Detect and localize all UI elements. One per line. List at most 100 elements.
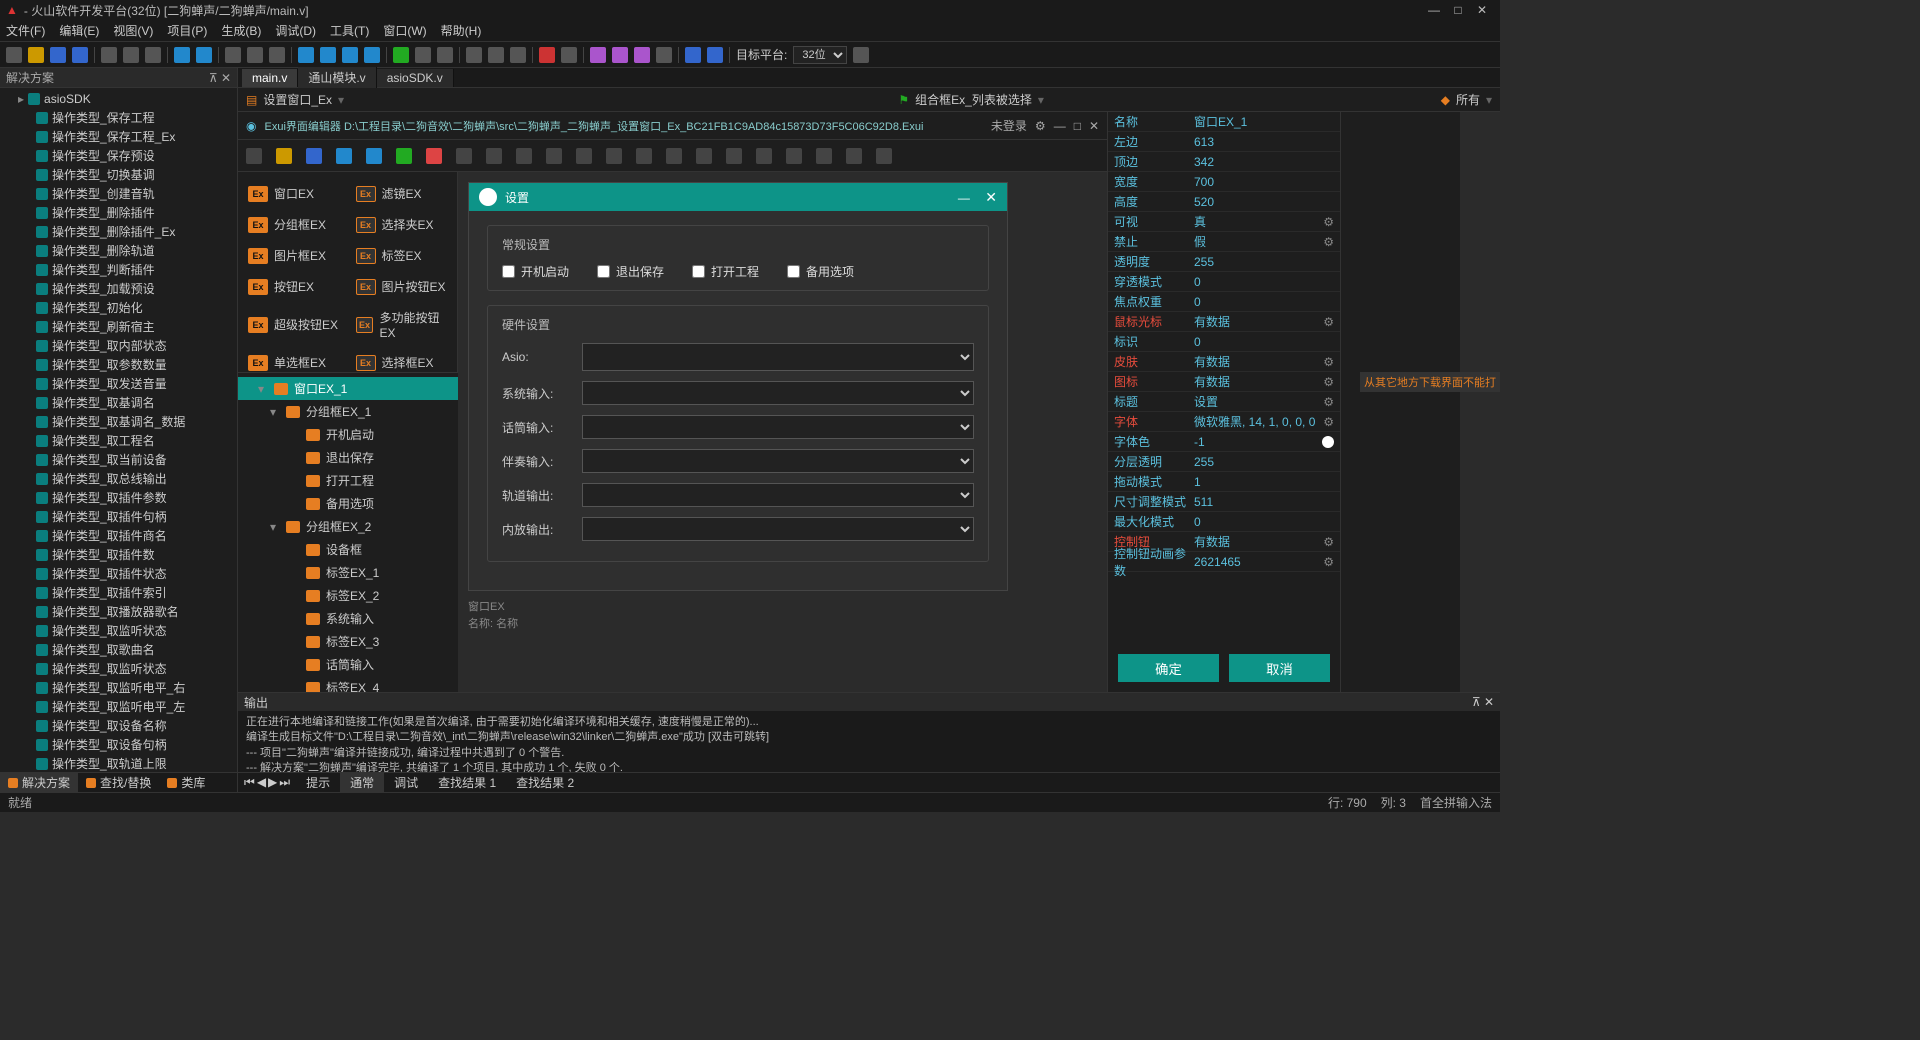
maximize-button[interactable]: □ (1446, 3, 1470, 17)
uncomment-icon[interactable] (269, 47, 285, 63)
device-select[interactable] (582, 483, 974, 507)
settings-titlebar[interactable]: 设置 — ✕ (469, 183, 1007, 211)
gear-icon[interactable]: ⚙ (1323, 215, 1334, 229)
gear-icon[interactable]: ⚙ (1323, 375, 1334, 389)
property-value[interactable]: 微软雅黑, 14, 1, 0, 0, 0 (1194, 413, 1323, 430)
gear-icon[interactable]: ⚙ (1035, 119, 1046, 133)
property-row[interactable]: 透明度255 (1108, 252, 1340, 272)
cursor-tool-icon[interactable] (246, 148, 262, 164)
tree-item[interactable]: 操作类型_删除轨道 (0, 241, 237, 260)
gear-icon[interactable]: ⚙ (1323, 395, 1334, 409)
property-value[interactable]: -1 (1194, 435, 1322, 449)
tree-item[interactable]: 操作类型_取监听状态 (0, 659, 237, 678)
filter-all-label[interactable]: 所有 (1456, 91, 1480, 108)
color-dot-icon[interactable] (1322, 436, 1334, 448)
tree-item[interactable]: 操作类型_删除插件 (0, 203, 237, 222)
align-middle-icon[interactable] (576, 148, 592, 164)
property-value[interactable]: 520 (1194, 195, 1334, 209)
panel3-icon[interactable] (656, 47, 672, 63)
checkbox-打开工程[interactable]: 打开工程 (692, 263, 759, 280)
palette-item[interactable]: Ex按钮EX (244, 274, 344, 299)
outline-item[interactable]: 退出保存 (238, 446, 458, 469)
output-nav-prev-icon[interactable]: ◀ (257, 775, 266, 790)
gear-icon[interactable]: ⚙ (1323, 535, 1334, 549)
stop-preview-icon[interactable] (426, 148, 442, 164)
bookmark-next-icon[interactable] (320, 47, 336, 63)
menu-文件(F)[interactable]: 文件(F) (6, 22, 45, 39)
tree-item[interactable]: 操作类型_取插件数 (0, 545, 237, 564)
palette-item[interactable]: Ex标签EX (352, 243, 452, 268)
menu-工具(T)[interactable]: 工具(T) (330, 22, 369, 39)
device-select[interactable] (582, 449, 974, 473)
settings-minimize-icon[interactable]: — (958, 191, 970, 205)
tree-item[interactable]: 操作类型_初始化 (0, 298, 237, 317)
checkbox-备用选项[interactable]: 备用选项 (787, 263, 854, 280)
expand-arrow-icon[interactable]: ▾ (258, 382, 268, 396)
component-outline[interactable]: ▾窗口EX_1▾分组框EX_1开机启动退出保存打开工程备用选项▾分组框EX_2设… (238, 372, 458, 692)
palette-item[interactable]: Ex多功能按钮EX (352, 305, 452, 344)
property-row[interactable]: 皮肤有数据⚙ (1108, 352, 1340, 372)
step-out-icon[interactable] (510, 47, 526, 63)
side-tab[interactable]: 类库 (159, 772, 213, 793)
property-row[interactable]: 鼠标光标有数据⚙ (1108, 312, 1340, 332)
output-nav-last-icon[interactable]: ⏭ (279, 775, 290, 790)
copy-icon[interactable] (123, 47, 139, 63)
settings-window[interactable]: 设置 — ✕ 常规设置 开机启动退出保存打开工程备用选项 (468, 182, 1008, 591)
outline-item[interactable]: 标签EX_2 (238, 584, 458, 607)
palette-item[interactable]: Ex选择夹EX (352, 212, 452, 237)
menu-视图(V)[interactable]: 视图(V) (113, 22, 153, 39)
tree-item[interactable]: 操作类型_切换基调 (0, 165, 237, 184)
undo-icon[interactable] (174, 47, 190, 63)
minimize-button[interactable]: — (1422, 3, 1446, 17)
paste-icon[interactable] (145, 47, 161, 63)
property-row[interactable]: 最大化模式0 (1108, 512, 1340, 532)
palette-item[interactable]: Ex图片框EX (244, 243, 344, 268)
property-value[interactable]: 假 (1194, 233, 1323, 250)
palette-item[interactable]: Ex单选框EX (244, 350, 344, 372)
output-tab[interactable]: 提示 (296, 772, 340, 793)
property-row[interactable]: 焦点权重0 (1108, 292, 1340, 312)
designer-minimize-icon[interactable]: — (1054, 119, 1066, 133)
property-value[interactable]: 设置 (1194, 393, 1323, 410)
property-value[interactable]: 342 (1194, 155, 1334, 169)
tree-item[interactable]: 操作类型_取播放器歌名 (0, 602, 237, 621)
tree-item[interactable]: 操作类型_取插件句柄 (0, 507, 237, 526)
property-value[interactable]: 有数据 (1194, 313, 1323, 330)
cancel-button[interactable]: 取消 (1229, 654, 1330, 682)
bookmark-clear-icon[interactable] (364, 47, 380, 63)
menu-生成(B)[interactable]: 生成(B) (221, 22, 261, 39)
tree-item[interactable]: 操作类型_取当前设备 (0, 450, 237, 469)
run-preview-icon[interactable] (396, 148, 412, 164)
same-size-icon[interactable] (756, 148, 772, 164)
palette-item[interactable]: Ex选择框EX (352, 350, 452, 372)
tree-item[interactable]: 操作类型_取设备句柄 (0, 735, 237, 754)
expand-arrow-icon[interactable]: ▾ (270, 520, 280, 534)
gear-icon[interactable]: ⚙ (1323, 555, 1334, 569)
outline-item[interactable]: 话筒输入 (238, 653, 458, 676)
same-width-icon[interactable] (696, 148, 712, 164)
bookmark-icon[interactable] (298, 47, 314, 63)
save-all-icon[interactable] (72, 47, 88, 63)
open-tool-icon[interactable] (276, 148, 292, 164)
tree-item[interactable]: 操作类型_取插件状态 (0, 564, 237, 583)
outline-item[interactable]: 标签EX_1 (238, 561, 458, 584)
palette-item[interactable]: Ex图片按钮EX (352, 274, 452, 299)
property-value[interactable]: 有数据 (1194, 533, 1323, 550)
project-root[interactable]: ▸ asioSDK (0, 90, 237, 108)
tree-item[interactable]: 操作类型_取参数数量 (0, 355, 237, 374)
grid-icon[interactable] (876, 148, 892, 164)
designer-maximize-icon[interactable]: □ (1074, 119, 1081, 133)
save-icon[interactable] (50, 47, 66, 63)
pause-icon[interactable] (415, 47, 431, 63)
tree-item[interactable]: 操作类型_取监听电平_左 (0, 697, 237, 716)
property-value[interactable]: 有数据 (1194, 373, 1323, 390)
outline-item[interactable]: 标签EX_3 (238, 630, 458, 653)
cut-icon[interactable] (101, 47, 117, 63)
tree-item[interactable]: 操作类型_取发送音量 (0, 374, 237, 393)
menu-调试(D)[interactable]: 调试(D) (275, 22, 316, 39)
doc-tab[interactable]: asioSDK.v (377, 69, 454, 87)
panel2-icon[interactable] (634, 47, 650, 63)
outline-item[interactable]: 开机启动 (238, 423, 458, 446)
property-value[interactable]: 700 (1194, 175, 1334, 189)
property-value[interactable]: 0 (1194, 295, 1334, 309)
